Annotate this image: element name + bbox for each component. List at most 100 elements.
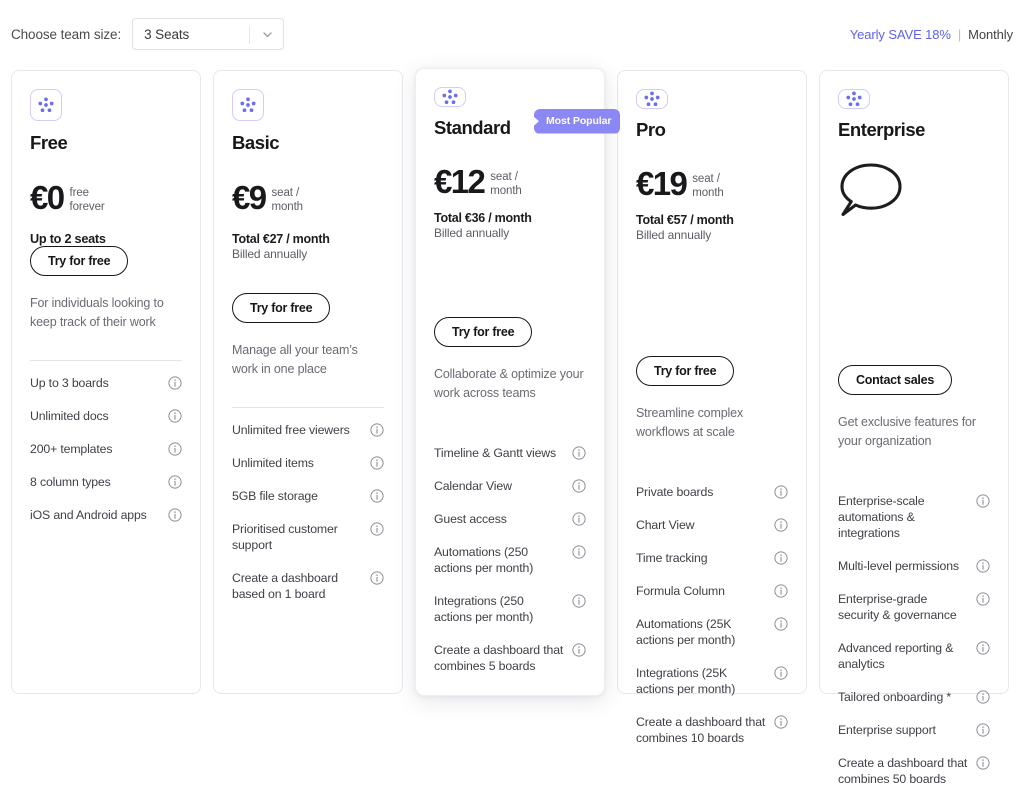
- info-circle-icon[interactable]: [168, 508, 182, 522]
- info-circle-icon[interactable]: [976, 690, 990, 704]
- feature-list: Timeline & Gantt views Calendar View Guest…: [434, 445, 586, 691]
- info-circle-icon[interactable]: [774, 551, 788, 565]
- feature-label: iOS and Android apps: [30, 508, 147, 522]
- pricing-card-standard: Standard Most Popular €12 seat / month Total…: [415, 68, 621, 696]
- feature-item: Create a dashboard that combines 5 board…: [434, 642, 586, 674]
- feature-item: Chart View: [636, 517, 788, 533]
- info-circle-icon[interactable]: [370, 571, 384, 585]
- feature-item: Tailored onboarding *: [838, 689, 990, 705]
- card-divider: [232, 407, 384, 408]
- feature-item: Timeline & Gantt views: [434, 445, 586, 461]
- price-unit: seat / month: [490, 171, 522, 197]
- seats-limit-line: Up to 2 seats: [30, 232, 106, 246]
- info-circle-icon[interactable]: [370, 489, 384, 503]
- cta-button-basic[interactable]: Try for free: [232, 293, 331, 323]
- price-unit: seat / month: [692, 173, 724, 199]
- info-circle-icon[interactable]: [976, 723, 990, 737]
- info-circle-icon[interactable]: [572, 594, 586, 608]
- cta-button-standard[interactable]: Try for free: [434, 317, 533, 347]
- info-circle-icon[interactable]: [774, 715, 788, 729]
- cta-wrap: Try for free: [636, 356, 788, 386]
- feature-label: Tailored onboarding *: [838, 690, 952, 704]
- speech-bubble-icon: [838, 161, 990, 219]
- info-circle-icon[interactable]: [976, 592, 990, 606]
- info-circle-icon[interactable]: [774, 617, 788, 631]
- info-circle-icon[interactable]: [976, 641, 990, 655]
- plan-tagline: Streamline complex workflows at scale: [636, 406, 744, 439]
- price-unit: free forever: [69, 187, 105, 213]
- plan-tagline: Get exclusive features for your organiza…: [838, 415, 976, 448]
- info-circle-icon[interactable]: [168, 409, 182, 423]
- info-circle-icon[interactable]: [370, 423, 384, 437]
- info-circle-icon[interactable]: [370, 522, 384, 536]
- feature-label: Create a dashboard that combines 5 board…: [434, 643, 564, 673]
- price-amount: €12: [434, 163, 486, 200]
- info-circle-icon[interactable]: [976, 559, 990, 573]
- info-circle-icon[interactable]: [774, 518, 788, 532]
- feature-label: Enterprise support: [838, 723, 936, 737]
- info-circle-icon[interactable]: [774, 584, 788, 598]
- feature-item: Prioritised customer support: [232, 521, 384, 553]
- info-circle-icon[interactable]: [572, 479, 586, 493]
- info-circle-icon[interactable]: [976, 494, 990, 508]
- feature-label: Multi-level permissions: [838, 559, 959, 573]
- monday-dots-icon: [838, 89, 870, 109]
- feature-item: Enterprise support: [838, 722, 990, 738]
- feature-label: Formula Column: [636, 584, 725, 598]
- feature-label: Guest access: [434, 512, 507, 526]
- plan-name: Basic: [232, 132, 280, 153]
- most-popular-badge: Most Popular: [534, 109, 621, 134]
- cta-button-pro[interactable]: Try for free: [636, 356, 735, 386]
- feature-list: Up to 3 boards Unlimited docs 200+ templat…: [30, 375, 182, 540]
- plan-name: Standard: [434, 117, 511, 138]
- plan-name-row: Enterprise: [838, 119, 990, 141]
- plan-name-row: Free: [30, 131, 182, 155]
- pricing-card-pro: Pro €19 seat / month Total €57 / month Bille…: [617, 70, 807, 745]
- price-block: €0 free forever: [30, 179, 182, 221]
- cta-button-free[interactable]: Try for free: [30, 246, 129, 276]
- feature-item: Unlimited free viewers: [232, 422, 384, 438]
- feature-item: Integrations (250 actions per month): [434, 593, 586, 625]
- feature-label: Automations (250 actions per month): [434, 545, 534, 575]
- plan-name-row: Basic: [232, 131, 384, 155]
- info-circle-icon[interactable]: [572, 643, 586, 657]
- feature-label: Enterprise-scale automations & integrati…: [838, 494, 925, 540]
- plan-tagline: For individuals looking to keep track of…: [30, 296, 164, 329]
- info-circle-icon[interactable]: [168, 442, 182, 456]
- feature-label: Prioritised customer support: [232, 522, 338, 552]
- billing-yearly-option[interactable]: Yearly SAVE 18%: [850, 27, 951, 42]
- billing-period-toggle: Yearly SAVE 18% | Monthly: [850, 27, 1013, 42]
- cta-button-enterprise[interactable]: Contact sales: [838, 365, 953, 395]
- pricing-toolbar: Choose team size: 3 Seats Yearly SAVE 18…: [0, 0, 1024, 68]
- feature-item: Guest access: [434, 511, 586, 527]
- info-circle-icon[interactable]: [168, 376, 182, 390]
- price-block: €19 seat / month: [636, 165, 788, 202]
- feature-label: Create a dashboard that combines 10 boar…: [636, 715, 766, 745]
- feature-label: 5GB file storage: [232, 489, 318, 503]
- feature-label: Private boards: [636, 485, 714, 499]
- price-amount: €9: [232, 179, 267, 216]
- info-circle-icon[interactable]: [774, 485, 788, 499]
- feature-label: Integrations (250 actions per month): [434, 594, 534, 624]
- info-circle-icon[interactable]: [370, 456, 384, 470]
- price-unit: seat / month: [271, 187, 304, 213]
- feature-label: 8 column types: [30, 475, 111, 489]
- info-circle-icon[interactable]: [572, 446, 586, 460]
- plan-name: Pro: [636, 119, 666, 140]
- feature-item: Multi-level permissions: [838, 558, 990, 574]
- info-circle-icon[interactable]: [168, 475, 182, 489]
- plan-tagline: Collaborate & optimize your work across …: [434, 367, 584, 400]
- feature-label: Time tracking: [636, 551, 708, 565]
- billing-monthly-option[interactable]: Monthly: [968, 27, 1013, 42]
- feature-list: Unlimited free viewers Unlimited items 5GB…: [232, 422, 384, 619]
- info-circle-icon[interactable]: [572, 512, 586, 526]
- feature-item: Create a dashboard based on 1 board: [232, 570, 384, 602]
- feature-item: iOS and Android apps: [30, 507, 182, 523]
- info-circle-icon[interactable]: [572, 545, 586, 559]
- team-size-select[interactable]: 3 Seats: [132, 18, 285, 50]
- info-circle-icon[interactable]: [976, 756, 990, 770]
- price-block: €12 seat / month: [434, 163, 586, 200]
- info-circle-icon[interactable]: [774, 666, 788, 680]
- feature-label: Unlimited docs: [30, 409, 109, 423]
- feature-list: Enterprise-scale automations & integrati…: [838, 493, 990, 804]
